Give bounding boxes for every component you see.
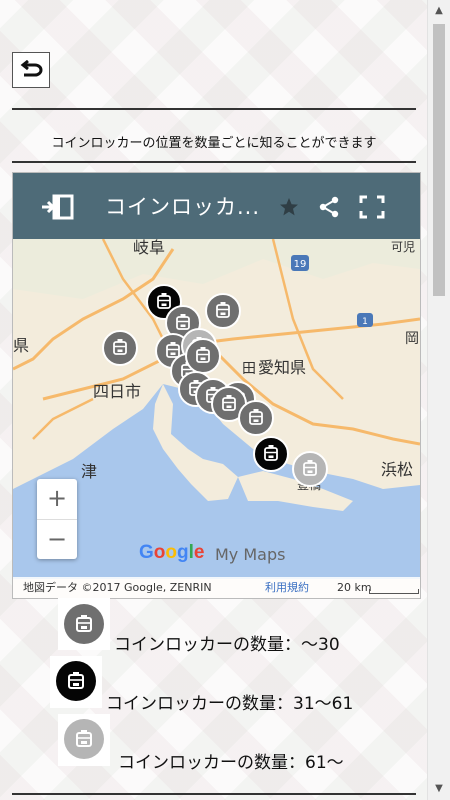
fullscreen-icon[interactable]: [359, 195, 385, 219]
scrollbar-thumb[interactable]: [433, 24, 445, 296]
star-icon[interactable]: [279, 197, 299, 217]
back-button[interactable]: [12, 52, 50, 88]
svg-text:1: 1: [362, 317, 368, 327]
route-shield: 1: [357, 313, 373, 327]
undo-arrow-icon: [20, 60, 43, 77]
map-attribution-bar: 地図データ ©2017 Google, ZENRIN 利用規約 20 km: [13, 577, 420, 598]
my-maps-label: My Maps: [215, 545, 286, 564]
locker-marker[interactable]: [205, 293, 241, 329]
google-logo: Google: [139, 542, 205, 563]
zoom-in-button[interactable]: +: [37, 479, 77, 520]
map-place-label: 可児: [391, 240, 415, 254]
page: コインロッカーの位置を数量ごとに知ることができます コインロッカ... 19 1…: [0, 0, 428, 800]
terms-link[interactable]: 利用規約: [265, 577, 309, 598]
legend-label: コインロッカーの数量：61～: [118, 753, 344, 773]
scroll-down-icon[interactable]: ▼: [428, 778, 450, 800]
legend-label: コインロッカーの数量：31～61: [106, 694, 354, 714]
map-place-label: 浜松: [381, 460, 413, 479]
map-attribution: 地図データ ©2017 Google, ZENRIN: [23, 581, 212, 594]
scrollbar[interactable]: ▲ ▼: [427, 0, 450, 800]
map-place-label: 四日市: [93, 382, 141, 401]
map-place-label: 岐阜: [133, 239, 165, 257]
scale-bar: [369, 589, 419, 594]
route-shield: 19: [291, 255, 309, 271]
map-place-label: 岡: [405, 331, 419, 347]
locker-icon-small: [64, 604, 104, 644]
scale-label: 20 km: [337, 581, 372, 594]
map-place-label: 愛知県: [258, 358, 306, 377]
zoom-out-button[interactable]: −: [37, 520, 77, 560]
locker-marker[interactable]: [292, 451, 328, 487]
locker-marker[interactable]: [102, 330, 138, 366]
legend-label: コインロッカーの数量：～30: [114, 635, 340, 655]
svg-text:19: 19: [294, 259, 307, 270]
divider: [12, 161, 416, 163]
divider: [12, 793, 416, 795]
map-place-label: 県: [13, 336, 29, 355]
map-place-label: 津: [81, 462, 97, 481]
zoom-controls: + −: [37, 479, 77, 559]
sidebar-toggle-icon[interactable]: [41, 193, 75, 221]
embedded-map[interactable]: コインロッカ... 19 1 岐阜 愛知県 四日市 津 浜松 県 可児 岡 田 …: [12, 172, 421, 599]
map-header: コインロッカ...: [13, 173, 420, 239]
locker-icon-large: [64, 719, 104, 759]
locker-icon-medium: [56, 661, 96, 701]
scroll-up-icon[interactable]: ▲: [428, 0, 450, 22]
share-icon[interactable]: [317, 195, 341, 219]
locker-marker[interactable]: [238, 400, 274, 436]
locker-marker[interactable]: [185, 338, 221, 374]
map-title: コインロッカ...: [105, 195, 261, 219]
locker-marker[interactable]: [253, 436, 289, 472]
divider: [12, 108, 416, 110]
page-description: コインロッカーの位置を数量ごとに知ることができます: [51, 136, 377, 151]
map-place-label: 田: [242, 361, 256, 377]
